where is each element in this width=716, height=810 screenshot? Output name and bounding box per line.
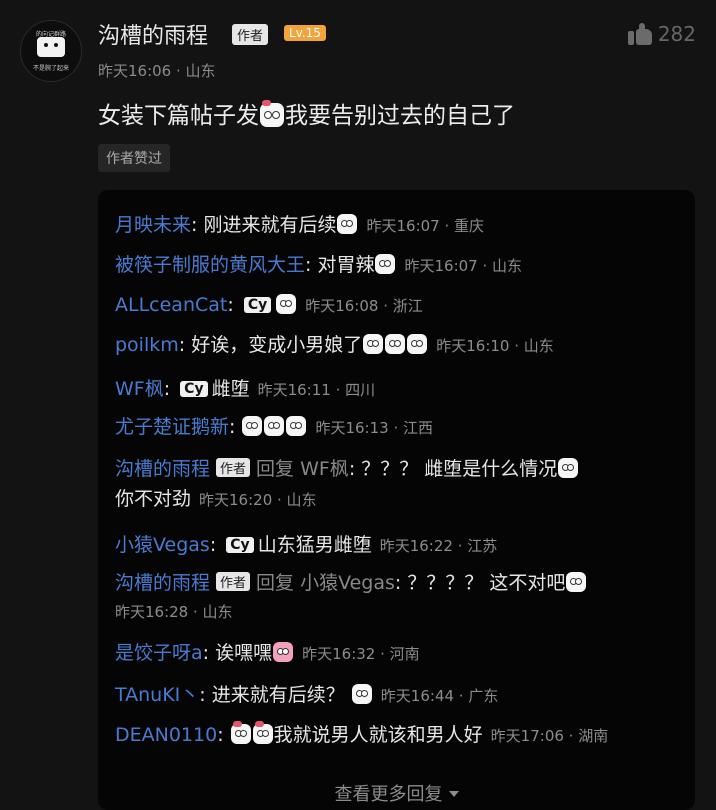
reply-item[interactable]: poilkm: 好诶，变成小男娘了 昨天16:10 · 山东 (115, 330, 554, 357)
shocked-emoji-icon (351, 684, 372, 704)
reply-item[interactable]: 被筷子制服的黄风大王: 对胃辣 昨天16:07 · 山东 (115, 250, 522, 277)
reply-user[interactable]: 被筷子制服的黄风大王 (115, 254, 305, 276)
reply-text: 我就说男人就该和男人好 (273, 724, 483, 746)
post-text-part1: 女装下篇帖子发 (98, 103, 259, 129)
reply-meta: 昨天16:13 · 江西 (315, 419, 434, 437)
reply-continuation: 昨天16:28 · 山东 (115, 600, 233, 622)
reply-item[interactable]: 沟槽的雨程 作者 回复 WF枫: ？？？ 雌堕是什么情况 (115, 454, 579, 481)
cy-sticker: Cy (180, 381, 208, 397)
reply-continuation: 你不对劲 昨天16:20 · 山东 (115, 484, 317, 511)
reply-text: 诶嘿嘿 (215, 642, 273, 664)
reply-item[interactable]: TAnuKI丶: 进来就有后续？ 昨天16:44 · 广东 (115, 680, 498, 707)
reply-meta: 昨天16:28 · 山东 (115, 603, 233, 621)
more-replies-button[interactable]: 查看更多回复 (98, 780, 695, 806)
like-count: 282 (657, 22, 696, 46)
reply-user[interactable]: DEAN0110 (115, 724, 217, 746)
pink-blush-emoji-icon (273, 642, 294, 662)
reply-user[interactable]: 尤子楚证鹅新 (115, 416, 229, 438)
reply-item[interactable]: 月映未来: 刚进来就有后续 昨天16:07 · 重庆 (115, 210, 484, 237)
post-meta: 昨天16:06 · 山东 (98, 62, 216, 80)
eyes-emoji-icon (337, 214, 358, 234)
reply-user[interactable]: ALLceanCat (115, 294, 227, 316)
reply-target[interactable]: 小猿Vegas (300, 572, 395, 594)
bow-emoji-icon (252, 721, 273, 744)
bow-emoji-icon (230, 721, 251, 744)
reply-text: 山东猛男雌堕 (257, 534, 372, 556)
reply-item[interactable]: ALLceanCat: Cy 昨天16:08 · 浙江 (115, 294, 423, 316)
reply-item[interactable]: 小猿Vegas: Cy 山东猛男雌堕 昨天16:22 · 江苏 (115, 530, 497, 557)
author-badge: 作者 (232, 24, 269, 45)
reply-text: 好诶，变成小男娘了 (191, 334, 363, 356)
blush-emoji-icon (363, 334, 384, 354)
reply-user[interactable]: 沟槽的雨程 (115, 458, 210, 480)
author-name[interactable]: 沟槽的雨程 (98, 18, 208, 50)
reply-user[interactable]: poilkm (115, 334, 179, 356)
reply-user[interactable]: 沟槽的雨程 (115, 572, 210, 594)
reply-user[interactable]: 是饺子呀a (115, 642, 203, 664)
reply-word: 回复 (256, 572, 295, 594)
reply-item[interactable]: WF枫: Cy 雌堕 昨天16:11 · 四川 (115, 374, 375, 401)
reply-text: 进来就有后续？ (211, 684, 345, 706)
like-button[interactable]: 282 (627, 22, 696, 46)
reply-word: 回复 (256, 458, 295, 480)
reply-list: 月映未来: 刚进来就有后续 昨天16:07 · 重庆 被筷子制服的黄风大王: 对胃… (98, 190, 695, 810)
reply-text: 雌堕 (211, 378, 250, 400)
author-tag: 作者 (216, 458, 251, 477)
bow-emoji-icon (260, 100, 284, 127)
cy-sticker: Cy (243, 297, 272, 313)
author-liked-tag: 作者赞过 (98, 144, 170, 172)
blush-emoji-icon (407, 334, 428, 354)
post-text-part2: 我要告别过去的自己了 (285, 103, 515, 129)
blush-emoji-icon (385, 334, 406, 354)
reply-item[interactable]: DEAN0110: 我就说男人就该和男人好 昨天17:06 · 湖南 (115, 720, 608, 747)
eyes-emoji-icon (286, 416, 307, 436)
eyes-emoji-icon (558, 458, 579, 478)
chevron-down-icon (448, 791, 459, 797)
reply-item[interactable]: 尤子楚证鹅新: 昨天16:13 · 江西 (115, 412, 433, 439)
reply-meta: 昨天16:11 · 四川 (257, 381, 376, 399)
post-content: 女装下篇帖子发 我要告别过去的自己了 (98, 96, 515, 130)
reply-meta: 昨天16:22 · 江苏 (379, 537, 498, 555)
thumbs-up-icon (627, 23, 652, 45)
reply-meta: 昨天16:44 · 广东 (380, 687, 499, 705)
dog-face-icon (37, 37, 65, 57)
smile-emoji-icon (276, 294, 297, 314)
reply-meta: 昨天16:20 · 山东 (199, 491, 317, 509)
reply-meta: 昨天16:08 · 浙江 (305, 297, 423, 315)
reply-meta: 昨天17:06 · 湖南 (490, 727, 609, 745)
avatar-bottom-text: 不是腕了起来 (32, 65, 69, 72)
reply-meta: 昨天16:07 · 重庆 (366, 217, 485, 235)
reply-user[interactable]: 月映未来 (115, 214, 191, 236)
reply-text: ？？？ 雌堕是什么情况 (361, 458, 558, 480)
eyes-emoji-icon (264, 416, 285, 436)
avatar[interactable]: 的向记群路 不是腕了起来 (20, 20, 82, 82)
reply-text: 刚进来就有后续 (203, 214, 337, 236)
reply-user[interactable]: 小猿Vegas (115, 534, 210, 556)
reply-target[interactable]: WF枫 (300, 458, 349, 480)
eyes-emoji-icon (242, 416, 263, 436)
reply-user[interactable]: WF枫 (115, 378, 164, 400)
spicy-emoji-icon (375, 254, 396, 274)
reply-text-continued: 你不对劲 (115, 488, 192, 510)
more-replies-label: 查看更多回复 (334, 784, 443, 805)
shocked-emoji-icon (566, 572, 587, 592)
reply-meta: 昨天16:10 · 山东 (436, 337, 554, 355)
level-badge: Lv.15 (284, 25, 326, 41)
reply-item[interactable]: 是饺子呀a: 诶嘿嘿 昨天16:32 · 河南 (115, 638, 420, 665)
reply-user[interactable]: TAnuKI丶 (115, 684, 199, 706)
reply-item[interactable]: 沟槽的雨程 作者 回复 小猿Vegas: ？？？？ 这不对吧 (115, 568, 587, 595)
reply-meta: 昨天16:07 · 山东 (404, 257, 523, 275)
cy-sticker: Cy (226, 537, 254, 553)
reply-text: ？？？？ 这不对吧 (407, 572, 566, 594)
reply-meta: 昨天16:32 · 河南 (302, 645, 420, 663)
reply-text: 对胃辣 (317, 254, 375, 276)
author-tag: 作者 (216, 572, 251, 591)
